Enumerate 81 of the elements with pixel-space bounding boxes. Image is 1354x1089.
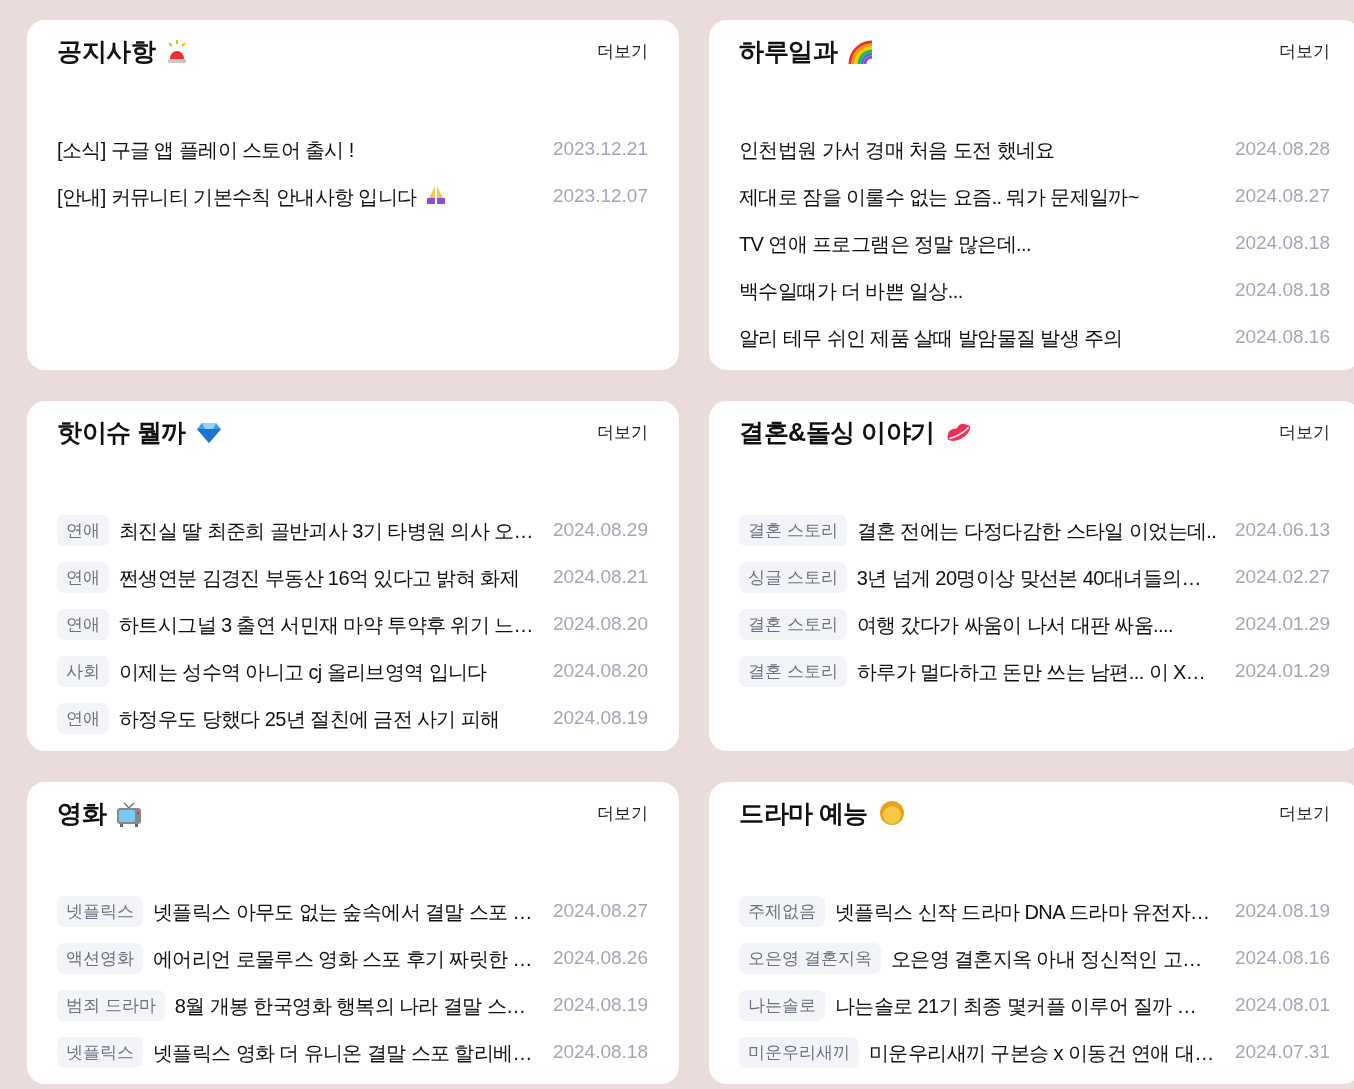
more-link[interactable]: 더보기 [1279, 420, 1330, 446]
category-tag: 연애 [57, 515, 109, 546]
category-tag: 오은영 결혼지옥 [739, 943, 881, 974]
post-date: 2024.08.21 [552, 565, 648, 590]
post-link[interactable]: 나는솔로 21기 최종 몇커플 이루어 질까 … [835, 990, 1225, 1021]
post-link[interactable]: 알리 테무 쉬인 제품 살때 발암물질 발생 주의 [739, 322, 1225, 353]
post-date: 2024.08.28 [1234, 137, 1330, 162]
post-link[interactable]: 오은영 결혼지옥 아내 정신적인 고… [890, 943, 1225, 974]
category-tag: 미운우리새끼 [739, 1037, 859, 1068]
post-date: 2024.02.27 [1234, 565, 1330, 590]
post-date: 2024.08.27 [1234, 184, 1330, 209]
category-tag: 액션영화 [57, 943, 143, 974]
post-link[interactable]: 3년 넘게 20명이상 맞선본 40대녀들의… [856, 562, 1225, 593]
post-date: 2024.08.19 [552, 706, 648, 731]
post-link[interactable]: 최진실 딸 최준희 골반괴사 3기 타병원 의사 오… [119, 515, 543, 546]
category-tag: 범죄 드라마 [57, 990, 165, 1021]
siren-icon [165, 39, 189, 65]
post-date: 2024.08.16 [1234, 325, 1330, 350]
post-date: 2024.08.19 [1234, 899, 1330, 924]
post-date: 2024.01.29 [1234, 659, 1330, 684]
post-date: 2024.08.26 [552, 946, 648, 971]
post-date: 2024.08.20 [552, 612, 648, 637]
category-tag: 연애 [57, 609, 109, 640]
category-tag: 주제없음 [739, 896, 825, 927]
category-tag: 결혼 스토리 [739, 515, 847, 546]
more-link[interactable]: 더보기 [597, 801, 648, 827]
post-link[interactable]: 인천법원 가서 경매 처음 도전 했네요 [739, 134, 1225, 165]
gem-icon [195, 422, 222, 444]
post-date: 2024.08.20 [552, 659, 648, 684]
post-link[interactable]: 쩐생연분 김경진 부동산 16억 있다고 밝혀 화제 [119, 562, 543, 593]
post-date: 2024.01.29 [1234, 612, 1330, 637]
board-title: 핫이슈 뭘까 [57, 417, 186, 449]
post-link[interactable]: 하정우도 당했다 25년 절친에 금전 사기 피해 [119, 703, 543, 734]
post-date: 2024.06.13 [1234, 518, 1330, 543]
post-date: 2024.08.18 [1234, 278, 1330, 303]
tv-icon [116, 801, 142, 827]
post-date: 2023.12.21 [552, 137, 648, 162]
board-title: 공지사항 [57, 36, 155, 68]
category-tag: 연애 [57, 703, 109, 734]
category-tag: 결혼 스토리 [739, 656, 847, 687]
board-title: 결혼&돌싱 이야기 [739, 417, 935, 449]
post-link[interactable]: 결혼 전에는 다정다감한 스타일 이었는데.. [856, 515, 1225, 546]
post-link[interactable]: 여행 갔다가 싸움이 나서 대판 싸움.... [856, 609, 1225, 640]
more-link[interactable]: 더보기 [597, 420, 648, 446]
rainbow-icon [847, 40, 875, 64]
post-date: 2024.08.16 [1234, 946, 1330, 971]
post-link[interactable]: 넷플릭스 영화 더 유니온 결말 스포 할리베… [153, 1037, 543, 1068]
more-link[interactable]: 더보기 [597, 39, 648, 65]
category-tag: 나는솔로 [739, 990, 825, 1021]
category-tag: 사회 [57, 656, 109, 687]
post-date: 2024.08.18 [1234, 231, 1330, 256]
post-link[interactable]: 이제는 성수역 아니고 cj 올리브영역 입니다 [119, 656, 543, 687]
post-link[interactable]: 에어리언 로물루스 영화 스포 후기 짜릿한 … [153, 943, 543, 974]
post-link[interactable]: [안내] 커뮤니티 기본수칙 안내사항 입니다 [57, 181, 543, 212]
category-tag: 넷플릭스 [57, 1037, 143, 1068]
board-title: 하루일과 [739, 36, 837, 68]
post-link[interactable]: 하트시그널 3 출연 서민재 마약 투약후 위기 느… [119, 609, 543, 640]
board-title: 드라마 예능 [739, 798, 868, 830]
post-date: 2024.07.31 [1234, 1040, 1330, 1065]
post-link[interactable]: 넷플릭스 아무도 없는 숲속에서 결말 스포 … [153, 896, 543, 927]
post-link[interactable]: 백수일때가 더 바쁜 일상... [739, 275, 1225, 306]
post-date: 2024.08.19 [552, 993, 648, 1018]
post-link[interactable]: 미운우리새끼 구본승 x 이동건 연애 대… [869, 1037, 1225, 1068]
category-tag: 싱글 스토리 [739, 562, 847, 593]
more-link[interactable]: 더보기 [1279, 801, 1330, 827]
post-link[interactable]: [소식] 구글 앱 플레이 스토어 출시 ! [57, 134, 543, 165]
board-title: 영화 [57, 798, 106, 830]
post-link[interactable]: 제대로 잠을 이룰수 없는 요즘.. 뭐가 문제일까~ [739, 181, 1225, 212]
post-link[interactable]: 8월 개봉 한국영화 행복의 나라 결말 스… [174, 990, 543, 1021]
post-link[interactable]: 하루가 멀다하고 돈만 쓰는 남편... 이 X… [856, 656, 1225, 687]
post-date: 2023.12.07 [552, 184, 648, 209]
category-tag: 연애 [57, 562, 109, 593]
post-date: 2024.08.29 [552, 518, 648, 543]
more-link[interactable]: 더보기 [1279, 39, 1330, 65]
post-link[interactable]: 넷플릭스 신작 드라마 DNA 드라마 유전자… [835, 896, 1225, 927]
post-date: 2024.08.27 [552, 899, 648, 924]
category-tag: 결혼 스토리 [739, 609, 847, 640]
category-tag: 넷플릭스 [57, 896, 143, 927]
post-link[interactable]: TV 연애 프로그램은 정말 많은데... [739, 228, 1225, 259]
post-date: 2024.08.18 [552, 1040, 648, 1065]
post-date: 2024.08.01 [1234, 993, 1330, 1018]
